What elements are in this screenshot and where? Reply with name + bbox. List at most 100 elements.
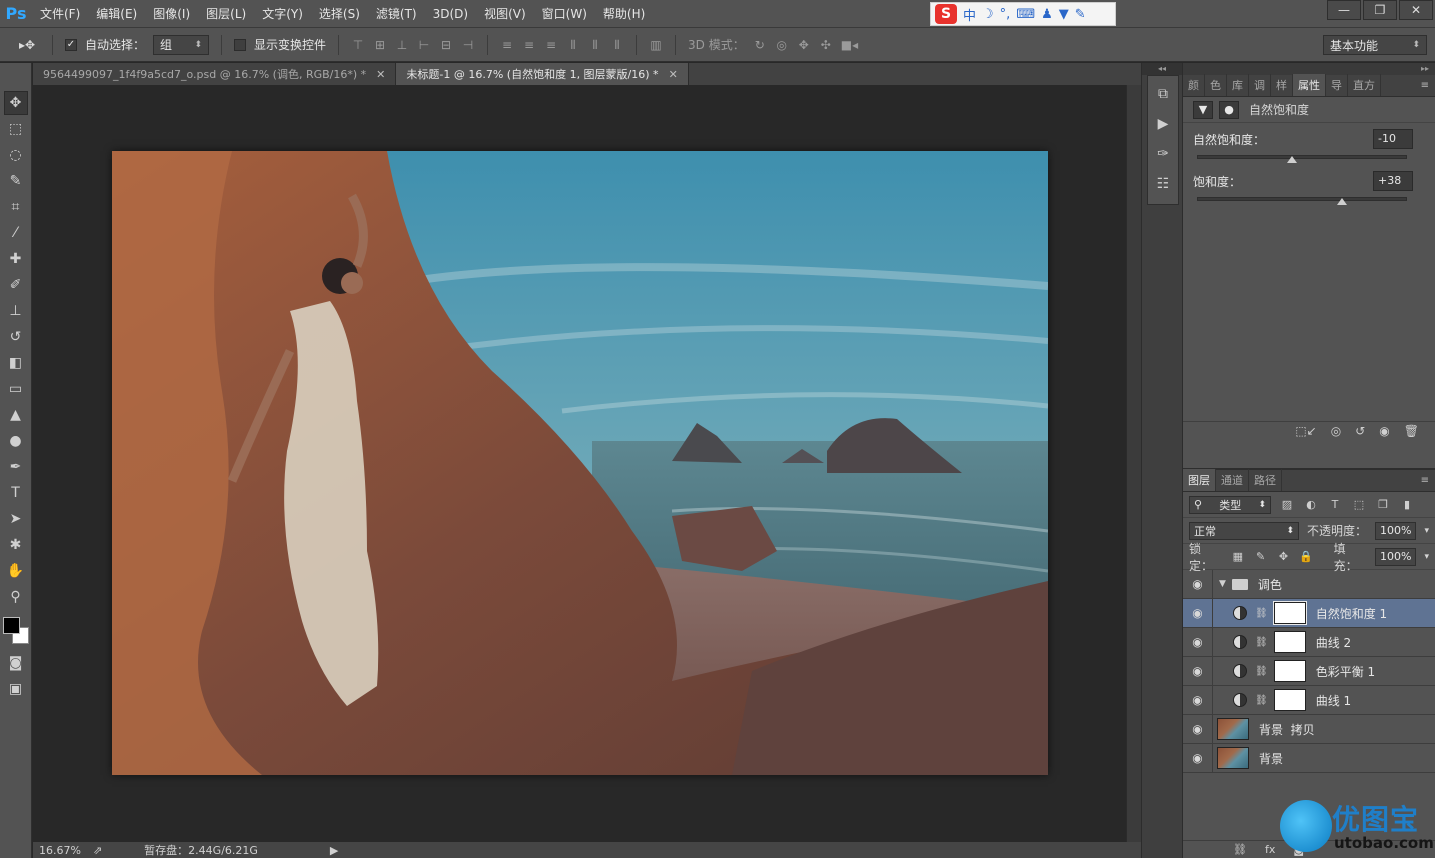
saturation-input[interactable]: +38 — [1373, 171, 1413, 191]
tab-document-psd[interactable]: 9564499097_1f4f9a5cd7_o.psd @ 16.7% (调色,… — [33, 63, 397, 85]
quick-mask-icon[interactable]: ◙ — [4, 651, 28, 675]
brush-tool-icon[interactable]: ✐ — [4, 273, 28, 297]
user-icon[interactable]: ♟ — [1041, 7, 1053, 22]
chevron-down-icon[interactable]: ▼ — [1219, 579, 1226, 589]
opacity-input[interactable]: 100% — [1375, 521, 1417, 540]
hand-tool-icon[interactable]: ✋ — [4, 559, 28, 583]
saturation-slider[interactable] — [1197, 197, 1407, 201]
layer-group[interactable]: ◉ ▼ 调色 — [1183, 569, 1435, 599]
auto-align-icon[interactable]: ▥ — [649, 38, 663, 52]
vertical-scrollbar[interactable] — [1126, 85, 1141, 842]
moon-icon[interactable]: ☽ — [982, 7, 994, 22]
rotate-3d-icon[interactable]: ↻ — [753, 38, 767, 52]
pen-tool-icon[interactable]: ✒ — [4, 455, 28, 479]
lock-transparent-icon[interactable]: ▦ — [1230, 550, 1245, 564]
keyboard-icon[interactable]: ⌨ — [1016, 7, 1035, 22]
blur-tool-icon[interactable]: ▲ — [4, 403, 28, 427]
lock-pixels-icon[interactable]: ✎ — [1253, 550, 1268, 564]
link-icon[interactable]: ⛓ — [1255, 608, 1268, 619]
view-previous-icon[interactable]: ◎ — [1331, 424, 1341, 438]
restore-button[interactable]: ❐ — [1363, 0, 1397, 20]
fill-input[interactable]: 100% — [1375, 547, 1417, 566]
align-bottom-icon[interactable]: ⊥ — [395, 38, 409, 52]
filter-adjustment-icon[interactable]: ◐ — [1303, 498, 1319, 512]
menu-select[interactable]: 选择(S) — [311, 0, 368, 28]
eye-icon[interactable]: ◉ — [1183, 714, 1213, 744]
layer-filter-select[interactable]: ⚲ 类型 ⬍ — [1189, 495, 1271, 514]
align-left-icon[interactable]: ⊢ — [417, 38, 431, 52]
opacity-dropdown-icon[interactable]: ▾ — [1424, 526, 1429, 536]
layer-mask-thumbnail[interactable] — [1273, 689, 1306, 711]
filter-shape-icon[interactable]: ⬚ — [1351, 498, 1367, 512]
history-brush-tool-icon[interactable]: ↺ — [4, 325, 28, 349]
visibility-icon[interactable]: ◉ — [1379, 424, 1389, 438]
zoom-tool-icon[interactable]: ⚲ — [4, 585, 28, 609]
trash-icon[interactable]: 🗑 — [1404, 424, 1419, 438]
share-icon[interactable]: ⇗ — [93, 844, 102, 857]
layer-row[interactable]: ◉ 背景 拷贝 — [1183, 714, 1435, 744]
eye-icon[interactable]: ◉ — [1183, 598, 1213, 628]
layer-mask-icon[interactable]: ● — [1219, 100, 1239, 119]
menu-file[interactable]: 文件(F) — [32, 0, 88, 28]
menu-edit[interactable]: 编辑(E) — [88, 0, 145, 28]
tab-layers[interactable]: 图层 — [1183, 469, 1216, 491]
layer-row[interactable]: ◉ ⛓ 自然饱和度 1 — [1183, 598, 1435, 628]
layer-row[interactable]: ◉ 背景 — [1183, 743, 1435, 773]
wrench-icon[interactable]: ✎ — [1075, 7, 1086, 22]
show-transform-checkbox[interactable] — [234, 38, 247, 51]
tab-navigator[interactable]: 导 — [1326, 74, 1348, 96]
brush-panel-icon[interactable]: ✑ — [1151, 142, 1175, 166]
filter-type-icon[interactable]: T — [1327, 498, 1343, 512]
clip-to-layer-icon[interactable]: ⬚↙ — [1295, 424, 1316, 438]
sogou-logo-icon[interactable]: S — [935, 4, 957, 24]
panel-menu-icon[interactable]: ≡ — [1421, 80, 1435, 91]
auto-select-checkbox[interactable]: ✓ — [65, 38, 77, 51]
fx-icon[interactable]: fx — [1265, 843, 1275, 856]
close-icon[interactable]: ✕ — [376, 68, 385, 81]
tab-channels[interactable]: 通道 — [1216, 469, 1249, 491]
menu-filter[interactable]: 滤镜(T) — [368, 0, 425, 28]
menu-window[interactable]: 窗口(W) — [534, 0, 595, 28]
layer-mask-thumbnail[interactable] — [1272, 601, 1307, 625]
tab-libraries[interactable]: 库 — [1227, 74, 1249, 96]
align-vcenter-icon[interactable]: ⊞ — [373, 38, 387, 52]
menu-3d[interactable]: 3D(D) — [425, 0, 476, 28]
eye-icon[interactable]: ◉ — [1183, 685, 1213, 715]
tab-styles[interactable]: 样 — [1271, 74, 1293, 96]
reset-icon[interactable]: ↺ — [1355, 424, 1365, 438]
close-button[interactable]: ✕ — [1399, 0, 1433, 20]
canvas-area[interactable] — [33, 85, 1126, 842]
menu-help[interactable]: 帮助(H) — [595, 0, 653, 28]
eye-icon[interactable]: ◉ — [1183, 569, 1213, 599]
eyedropper-tool-icon[interactable]: ⁄ — [4, 221, 28, 245]
path-select-tool-icon[interactable]: ➤ — [4, 507, 28, 531]
eye-icon[interactable]: ◉ — [1183, 627, 1213, 657]
healing-brush-tool-icon[interactable]: ✚ — [4, 247, 28, 271]
layer-row[interactable]: ◉ ⛓ 曲线 1 — [1183, 685, 1435, 715]
type-tool-icon[interactable]: T — [4, 481, 28, 505]
vibrance-slider[interactable] — [1197, 155, 1407, 159]
eye-icon[interactable]: ◉ — [1183, 656, 1213, 686]
link-icon[interactable]: ⛓ — [1255, 637, 1268, 648]
slide-3d-icon[interactable]: ✣ — [819, 38, 833, 52]
align-hcenter-icon[interactable]: ⊟ — [439, 38, 453, 52]
dodge-tool-icon[interactable]: ● — [4, 429, 28, 453]
distribute-right-icon[interactable]: ⦀ — [610, 38, 624, 52]
lock-position-icon[interactable]: ✥ — [1276, 550, 1291, 564]
quick-select-tool-icon[interactable]: ✎ — [4, 169, 28, 193]
menu-image[interactable]: 图像(I) — [145, 0, 198, 28]
saturation-slider-thumb[interactable] — [1336, 198, 1347, 205]
close-icon[interactable]: ✕ — [669, 68, 678, 81]
tab-paths[interactable]: 路径 — [1249, 469, 1282, 491]
layer-mask-thumbnail[interactable] — [1273, 660, 1306, 682]
tab-histogram[interactable]: 直方 — [1348, 74, 1381, 96]
crop-tool-icon[interactable]: ⌗ — [4, 195, 28, 219]
move-tool-preset-icon[interactable]: ▸✥ — [14, 38, 40, 52]
brush-presets-panel-icon[interactable]: ☷ — [1151, 172, 1175, 196]
menu-layer[interactable]: 图层(L) — [198, 0, 254, 28]
link-icon[interactable]: ⛓ — [1255, 695, 1268, 706]
shirt-icon[interactable]: ▼ — [1059, 7, 1069, 22]
auto-select-target-select[interactable]: 组 ⬍ — [153, 34, 210, 55]
tab-color[interactable]: 颜 — [1183, 74, 1205, 96]
distribute-left-icon[interactable]: ⦀ — [566, 38, 580, 52]
